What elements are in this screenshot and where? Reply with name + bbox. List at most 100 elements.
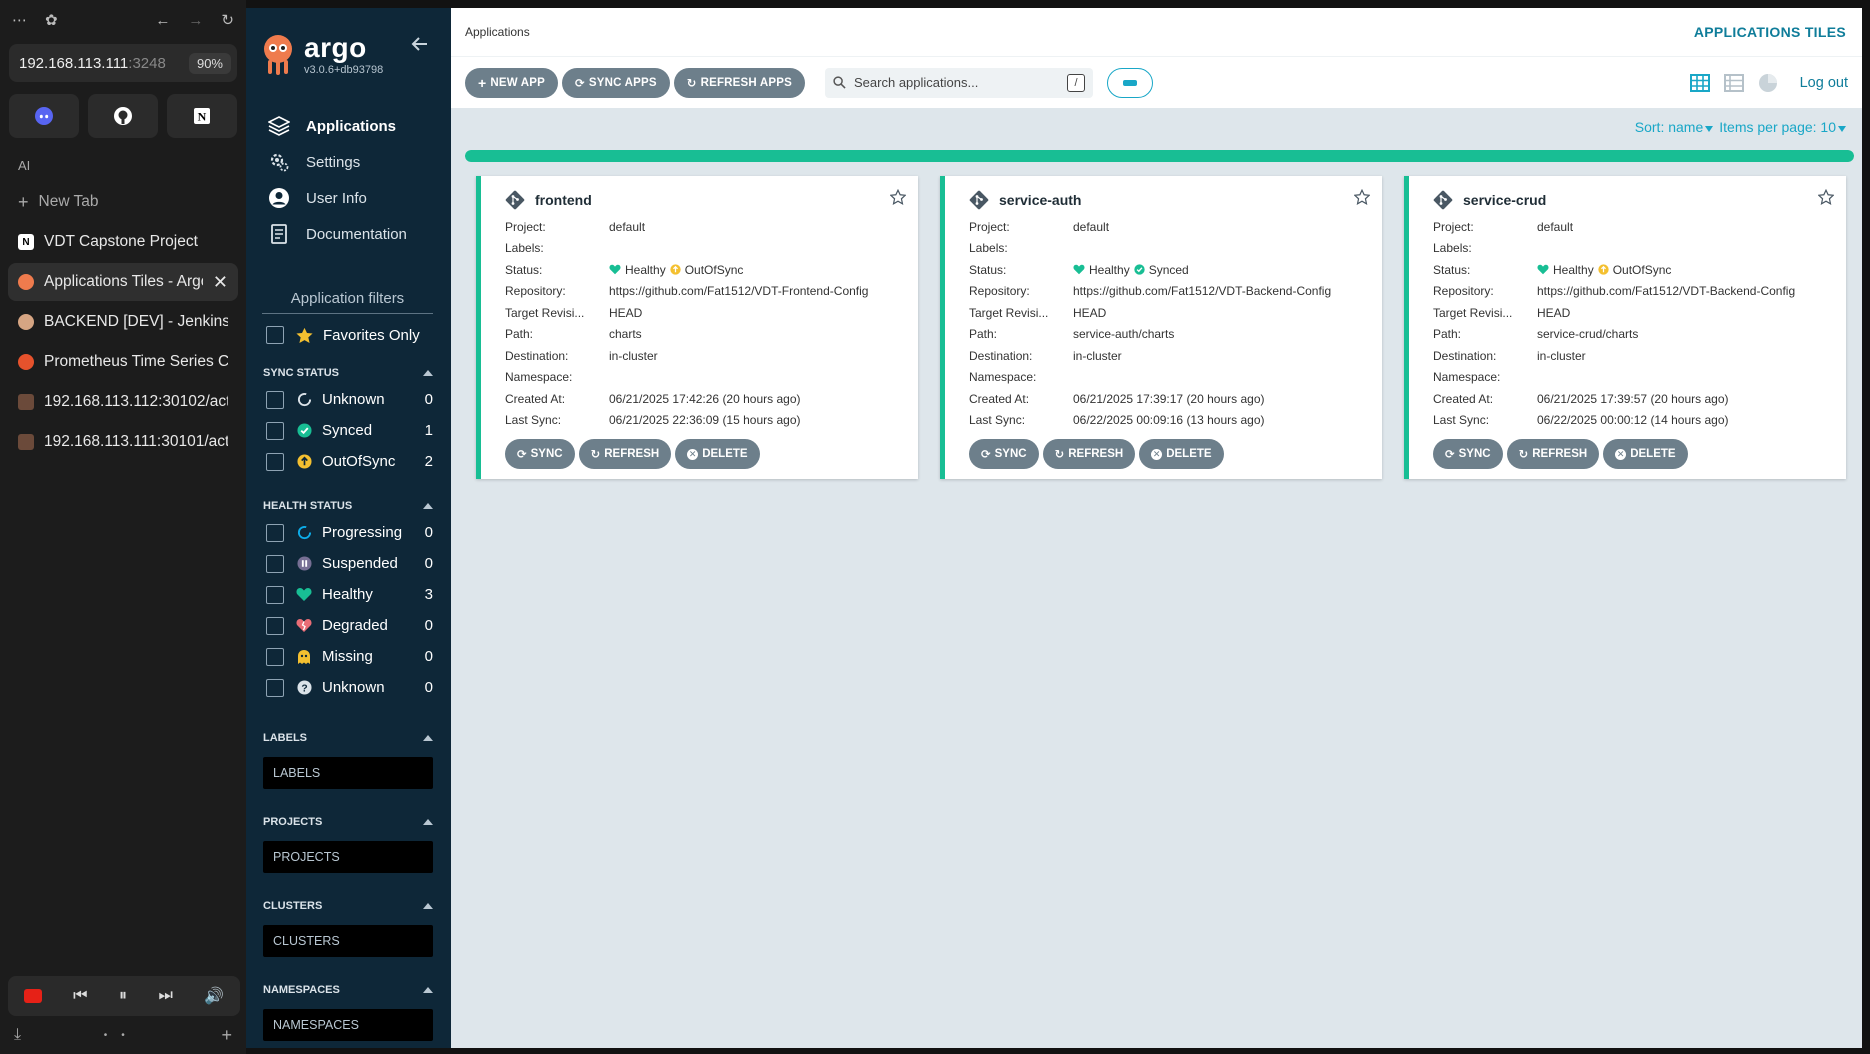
github-pin[interactable] — [88, 94, 158, 138]
space-dots[interactable]: •• — [104, 1030, 139, 1041]
repository-value[interactable]: https://github.com/Fat1512/VDT-Backend-C… — [1073, 284, 1331, 298]
checkbox[interactable] — [266, 523, 284, 542]
previous-track-icon[interactable]: ⏮ — [73, 987, 87, 1005]
nav-documentation[interactable]: Documentation — [246, 216, 451, 252]
filter-health-suspended[interactable]: Suspended 0 — [246, 548, 451, 579]
collapse-caret-icon[interactable] — [423, 503, 433, 509]
sync-apps-button[interactable]: ⟳ SYNC APPS — [562, 67, 670, 98]
close-icon[interactable]: ✕ — [213, 272, 228, 293]
address-bar[interactable]: 192.168.113.111:3248 90% — [9, 44, 237, 82]
namespaces-input[interactable]: NAMESPACES — [263, 1009, 433, 1041]
volume-icon[interactable]: 🔊 — [204, 986, 224, 1006]
favorites-checkbox[interactable] — [266, 326, 284, 344]
browser-tab[interactable]: Prometheus Time Series Col — [8, 343, 238, 381]
items-per-page-dropdown[interactable]: Items per page: 10 — [1719, 119, 1848, 135]
sync-button[interactable]: ⟳ SYNC — [969, 439, 1039, 469]
checkbox[interactable] — [266, 554, 284, 573]
filter-sync-synced[interactable]: Synced 1 — [246, 415, 451, 446]
refresh-button[interactable]: ↻ REFRESH — [578, 439, 672, 469]
download-icon[interactable]: ⤓ — [14, 1026, 21, 1044]
app-name[interactable]: frontend — [535, 192, 592, 208]
checkbox[interactable] — [266, 647, 284, 666]
argo-logo[interactable]: argo v3.0.6+db93798 — [246, 8, 451, 108]
clusters-header[interactable]: CLUSTERS — [246, 895, 451, 917]
refresh-apps-button[interactable]: ↻ REFRESH APPS — [673, 67, 806, 98]
favorites-only-filter[interactable]: Favorites Only — [246, 314, 451, 344]
filter-health-progressing[interactable]: Progressing 0 — [246, 517, 451, 548]
extensions-icon[interactable]: ✿ — [45, 11, 58, 29]
collapse-sidebar-icon[interactable] — [411, 36, 429, 52]
nav-settings[interactable]: Settings — [246, 144, 451, 180]
collapse-caret-icon[interactable] — [423, 819, 433, 825]
sort-dropdown[interactable]: Sort: name — [1635, 119, 1715, 135]
projects-header[interactable]: PROJECTS — [246, 811, 451, 833]
collapse-caret-icon[interactable] — [423, 987, 433, 993]
zoom-badge[interactable]: 90% — [188, 52, 231, 74]
filter-health-missing[interactable]: Missing 0 — [246, 641, 451, 672]
filter-health-healthy[interactable]: Healthy 3 — [246, 579, 451, 610]
search-input[interactable]: Search applications... / — [825, 67, 1094, 98]
pause-icon[interactable]: ⏸ — [119, 987, 127, 1005]
favorite-star-icon[interactable] — [1818, 189, 1834, 205]
app-tile[interactable]: service-crud Project: default Labels: Sta… — [1404, 176, 1846, 479]
browser-tab-active[interactable]: Applications Tiles - Argo ✕ — [8, 263, 238, 301]
delete-button[interactable]: ✕ DELETE — [1603, 439, 1688, 469]
browser-tab[interactable]: 192.168.113.112:30102/actu — [8, 383, 238, 421]
new-tab-button[interactable]: + New Tab — [8, 183, 238, 221]
sync-button[interactable]: ⟳ SYNC — [1433, 439, 1503, 469]
nav-user-info[interactable]: User Info — [246, 180, 451, 216]
collapse-caret-icon[interactable] — [423, 370, 433, 376]
browser-tab[interactable]: BACKEND [DEV] - Jenkins — [8, 303, 238, 341]
list-view-icon[interactable] — [1723, 73, 1744, 92]
labels-input[interactable]: LABELS — [263, 757, 433, 789]
nav-applications[interactable]: Applications — [246, 108, 451, 144]
labels-header[interactable]: LABELS — [246, 727, 451, 749]
filter-sync-outofsync[interactable]: OutOfSync 2 — [246, 446, 451, 477]
filter-toggle-button[interactable] — [1107, 67, 1154, 98]
reload-icon[interactable]: ↻ — [221, 11, 234, 29]
app-tile[interactable]: frontend Project: default Labels: Status:… — [476, 176, 918, 479]
back-icon[interactable]: ← — [155, 12, 170, 29]
clusters-input[interactable]: CLUSTERS — [263, 925, 433, 957]
checkbox[interactable] — [266, 452, 284, 471]
collapse-caret-icon[interactable] — [423, 735, 433, 741]
summary-view-icon[interactable] — [1758, 73, 1778, 93]
filter-health-unknown[interactable]: ? Unknown 0 — [246, 672, 451, 703]
repository-value[interactable]: https://github.com/Fat1512/VDT-Backend-C… — [1537, 284, 1795, 298]
forward-icon[interactable]: → — [188, 12, 203, 29]
checkbox[interactable] — [266, 585, 284, 604]
checkbox[interactable] — [266, 616, 284, 635]
projects-input[interactable]: PROJECTS — [263, 841, 433, 873]
health-status-header[interactable]: HEALTH STATUS — [246, 495, 451, 517]
more-icon[interactable]: ⋯ — [12, 11, 27, 29]
logout-link[interactable]: Log out — [1800, 75, 1848, 91]
sync-status-header[interactable]: SYNC STATUS — [246, 362, 451, 384]
checkbox[interactable] — [266, 390, 284, 409]
refresh-button[interactable]: ↻ REFRESH — [1506, 439, 1600, 469]
favorite-star-icon[interactable] — [890, 189, 906, 205]
app-tile[interactable]: service-auth Project: default Labels: Sta… — [940, 176, 1382, 479]
filter-sync-unknown[interactable]: Unknown 0 — [246, 384, 451, 415]
app-name[interactable]: service-crud — [1463, 192, 1546, 208]
favorite-star-icon[interactable] — [1354, 189, 1370, 205]
app-name[interactable]: service-auth — [999, 192, 1081, 208]
repository-value[interactable]: https://github.com/Fat1512/VDT-Frontend-… — [609, 284, 868, 298]
new-app-button[interactable]: + NEW APP — [465, 67, 559, 98]
collapse-caret-icon[interactable] — [423, 903, 433, 909]
discord-pin[interactable] — [9, 94, 79, 138]
notion-pin[interactable]: N — [167, 94, 237, 138]
tiles-view-icon[interactable] — [1689, 73, 1710, 92]
delete-button[interactable]: ✕ DELETE — [675, 439, 760, 469]
next-track-icon[interactable]: ⏭ — [158, 987, 172, 1005]
add-icon[interactable]: + — [221, 1025, 232, 1046]
checkbox[interactable] — [266, 421, 284, 440]
browser-tab[interactable]: 192.168.113.111:30101/actu — [8, 423, 238, 461]
sync-button[interactable]: ⟳ SYNC — [505, 439, 575, 469]
browser-tab[interactable]: N VDT Capstone Project — [8, 223, 238, 261]
namespaces-header[interactable]: NAMESPACES — [246, 979, 451, 1001]
filter-health-degraded[interactable]: Degraded 0 — [246, 610, 451, 641]
refresh-button[interactable]: ↻ REFRESH — [1042, 439, 1136, 469]
delete-button[interactable]: ✕ DELETE — [1139, 439, 1224, 469]
breadcrumb[interactable]: Applications — [465, 25, 530, 39]
checkbox[interactable] — [266, 678, 284, 697]
